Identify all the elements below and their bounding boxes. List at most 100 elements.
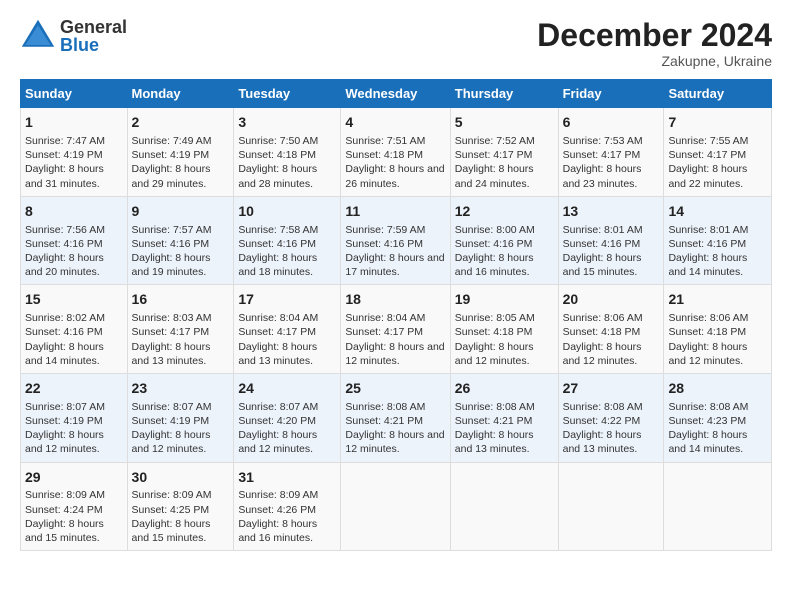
sunset: Sunset: 4:16 PM xyxy=(238,238,316,250)
sunset: Sunset: 4:21 PM xyxy=(455,415,533,427)
sunset: Sunset: 4:16 PM xyxy=(25,238,103,250)
daylight: Daylight: 8 hours and 13 minutes. xyxy=(238,341,317,367)
sunset: Sunset: 4:19 PM xyxy=(25,415,103,427)
sunset: Sunset: 4:18 PM xyxy=(563,326,641,338)
daylight: Daylight: 8 hours and 12 minutes. xyxy=(132,429,211,455)
header-sunday: Sunday xyxy=(21,80,128,108)
sunset: Sunset: 4:18 PM xyxy=(455,326,533,338)
sunrise: Sunrise: 8:05 AM xyxy=(455,312,535,324)
header-wednesday: Wednesday xyxy=(341,80,450,108)
day-number: 2 xyxy=(132,113,230,132)
calendar-cell: 4Sunrise: 7:51 AMSunset: 4:18 PMDaylight… xyxy=(341,108,450,197)
sunrise: Sunrise: 8:06 AM xyxy=(668,312,748,324)
calendar-cell xyxy=(664,462,772,551)
sunrise: Sunrise: 8:01 AM xyxy=(563,224,643,236)
header-tuesday: Tuesday xyxy=(234,80,341,108)
location: Zakupne, Ukraine xyxy=(537,53,772,69)
sunrise: Sunrise: 8:09 AM xyxy=(132,489,212,501)
daylight: Daylight: 8 hours and 12 minutes. xyxy=(25,429,104,455)
calendar-cell: 1Sunrise: 7:47 AMSunset: 4:19 PMDaylight… xyxy=(21,108,128,197)
day-number: 24 xyxy=(238,379,336,398)
header-monday: Monday xyxy=(127,80,234,108)
sunset: Sunset: 4:17 PM xyxy=(668,149,746,161)
calendar-cell xyxy=(450,462,558,551)
sunrise: Sunrise: 7:59 AM xyxy=(345,224,425,236)
sunrise: Sunrise: 8:07 AM xyxy=(25,401,105,413)
sunset: Sunset: 4:17 PM xyxy=(563,149,641,161)
calendar-cell: 24 Sunrise: 8:07 AM Sunset: 4:20 PM Dayligh… xyxy=(234,373,341,462)
sunrise: Sunrise: 7:47 AM xyxy=(25,135,105,147)
sunrise: Sunrise: 8:08 AM xyxy=(563,401,643,413)
calendar-cell: 12Sunrise: 8:00 AMSunset: 4:16 PMDayligh… xyxy=(450,196,558,285)
sunset: Sunset: 4:20 PM xyxy=(238,415,316,427)
calendar-cell: 15Sunrise: 8:02 AMSunset: 4:16 PMDayligh… xyxy=(21,285,128,374)
calendar-cell: 16Sunrise: 8:03 AMSunset: 4:17 PMDayligh… xyxy=(127,285,234,374)
day-number: 16 xyxy=(132,290,230,309)
sunrise: Sunrise: 8:06 AM xyxy=(563,312,643,324)
sunrise: Sunrise: 8:00 AM xyxy=(455,224,535,236)
calendar-week-row: 1 Sunrise: 7:47 AM Sunset: 4:19 PM Daylight… xyxy=(21,108,772,197)
calendar-cell: 29Sunrise: 8:09 AMSunset: 4:24 PMDayligh… xyxy=(21,462,128,551)
daylight: Daylight: 8 hours and 26 minutes. xyxy=(345,163,444,189)
calendar-header: Sunday Monday Tuesday Wednesday Thursday… xyxy=(21,80,772,108)
day-number: 11 xyxy=(345,202,445,221)
calendar-table: Sunday Monday Tuesday Wednesday Thursday… xyxy=(20,79,772,551)
sunset: Sunset: 4:17 PM xyxy=(132,326,210,338)
calendar-cell: 30Sunrise: 8:09 AMSunset: 4:25 PMDayligh… xyxy=(127,462,234,551)
sunrise: Sunrise: 7:58 AM xyxy=(238,224,318,236)
sunrise: Sunrise: 8:08 AM xyxy=(345,401,425,413)
calendar-cell: 21Sunrise: 8:06 AMSunset: 4:18 PMDayligh… xyxy=(664,285,772,374)
sunset: Sunset: 4:22 PM xyxy=(563,415,641,427)
calendar-cell: 20Sunrise: 8:06 AMSunset: 4:18 PMDayligh… xyxy=(558,285,664,374)
sunset: Sunset: 4:16 PM xyxy=(563,238,641,250)
daylight: Daylight: 8 hours and 12 minutes. xyxy=(238,429,317,455)
sunrise: Sunrise: 7:50 AM xyxy=(238,135,318,147)
day-number: 10 xyxy=(238,202,336,221)
calendar-cell: 10Sunrise: 7:58 AMSunset: 4:16 PMDayligh… xyxy=(234,196,341,285)
day-number: 26 xyxy=(455,379,554,398)
day-number: 7 xyxy=(668,113,767,132)
sunset: Sunset: 4:26 PM xyxy=(238,504,316,516)
sunset: Sunset: 4:17 PM xyxy=(455,149,533,161)
daylight: Daylight: 8 hours and 14 minutes. xyxy=(668,429,747,455)
calendar-cell: 2Sunrise: 7:49 AMSunset: 4:19 PMDaylight… xyxy=(127,108,234,197)
sunset: Sunset: 4:19 PM xyxy=(132,149,210,161)
daylight: Daylight: 8 hours and 31 minutes. xyxy=(25,163,104,189)
sunset: Sunset: 4:17 PM xyxy=(345,326,423,338)
daylight: Daylight: 8 hours and 12 minutes. xyxy=(668,341,747,367)
day-number: 13 xyxy=(563,202,660,221)
sunrise: Sunrise: 8:03 AM xyxy=(132,312,212,324)
sunrise: Sunrise: 8:01 AM xyxy=(668,224,748,236)
daylight: Daylight: 8 hours and 12 minutes. xyxy=(455,341,534,367)
title-block: December 2024 Zakupne, Ukraine xyxy=(537,18,772,69)
sunset: Sunset: 4:16 PM xyxy=(132,238,210,250)
sunset: Sunset: 4:25 PM xyxy=(132,504,210,516)
logo-text: General Blue xyxy=(60,18,127,54)
header-thursday: Thursday xyxy=(450,80,558,108)
daylight: Daylight: 8 hours and 12 minutes. xyxy=(345,341,444,367)
daylight: Daylight: 8 hours and 15 minutes. xyxy=(132,518,211,544)
daylight: Daylight: 8 hours and 23 minutes. xyxy=(563,163,642,189)
day-number: 3 xyxy=(238,113,336,132)
header-saturday: Saturday xyxy=(664,80,772,108)
day-number: 5 xyxy=(455,113,554,132)
sunset: Sunset: 4:18 PM xyxy=(668,326,746,338)
day-number: 19 xyxy=(455,290,554,309)
calendar-week-row: 22Sunrise: 8:07 AMSunset: 4:19 PMDayligh… xyxy=(21,373,772,462)
day-number: 1 xyxy=(25,113,123,132)
day-number: 4 xyxy=(345,113,445,132)
logo-icon xyxy=(20,18,56,54)
sunset: Sunset: 4:17 PM xyxy=(238,326,316,338)
daylight: Daylight: 8 hours and 28 minutes. xyxy=(238,163,317,189)
calendar-cell: 13Sunrise: 8:01 AMSunset: 4:16 PMDayligh… xyxy=(558,196,664,285)
daylight: Daylight: 8 hours and 12 minutes. xyxy=(345,429,444,455)
day-number: 20 xyxy=(563,290,660,309)
calendar-cell: 26Sunrise: 8:08 AMSunset: 4:21 PMDayligh… xyxy=(450,373,558,462)
sunrise: Sunrise: 8:04 AM xyxy=(238,312,318,324)
sunrise: Sunrise: 8:07 AM xyxy=(238,401,318,413)
calendar-week-row: 8Sunrise: 7:56 AMSunset: 4:16 PMDaylight… xyxy=(21,196,772,285)
day-number: 12 xyxy=(455,202,554,221)
daylight: Daylight: 8 hours and 20 minutes. xyxy=(25,252,104,278)
calendar-cell: 23Sunrise: 8:07 AMSunset: 4:19 PMDayligh… xyxy=(127,373,234,462)
sunset: Sunset: 4:23 PM xyxy=(668,415,746,427)
